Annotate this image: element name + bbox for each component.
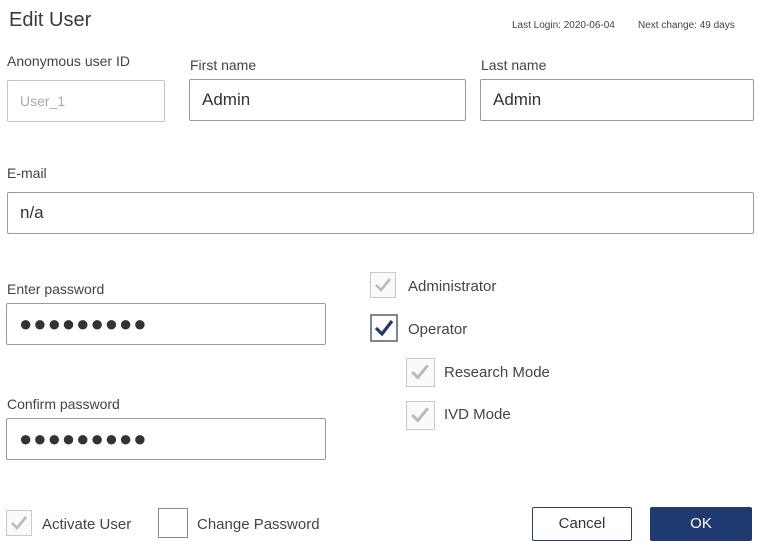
administrator-label: Administrator xyxy=(408,278,497,295)
email-label: E-mail xyxy=(7,165,47,181)
change-password-label: Change Password xyxy=(197,516,320,533)
enter-password-label: Enter password xyxy=(7,281,105,297)
anonymous-user-id-label: Anonymous user ID xyxy=(7,53,130,69)
confirm-password-label: Confirm password xyxy=(7,396,120,412)
enter-password-input[interactable]: ●●●●●●●●● xyxy=(6,303,326,345)
dialog-title: Edit User xyxy=(9,9,92,31)
first-name-label: First name xyxy=(190,57,257,73)
anonymous-user-id-input xyxy=(7,80,165,122)
email-input[interactable] xyxy=(7,192,754,234)
activate-user-checkbox xyxy=(6,510,32,536)
next-change-text: Next change: 49 days xyxy=(638,20,735,31)
last-name-input[interactable] xyxy=(480,79,754,121)
check-icon xyxy=(411,364,429,380)
activate-user-label: Activate User xyxy=(42,516,132,533)
last-name-label: Last name xyxy=(481,57,547,73)
research-mode-label: Research Mode xyxy=(444,364,550,381)
operator-checkbox[interactable] xyxy=(370,314,398,342)
check-icon xyxy=(11,516,28,530)
first-name-input[interactable] xyxy=(189,79,466,121)
ivd-mode-label: IVD Mode xyxy=(444,406,511,423)
check-icon xyxy=(375,278,392,292)
confirm-password-input[interactable]: ●●●●●●●●● xyxy=(6,418,326,460)
check-icon xyxy=(374,320,394,337)
change-password-checkbox[interactable] xyxy=(158,508,188,538)
operator-label: Operator xyxy=(408,321,468,338)
last-login-text: Last Login: 2020-06-04 xyxy=(512,20,615,31)
ivd-mode-checkbox xyxy=(406,401,435,430)
check-icon xyxy=(411,407,429,423)
administrator-checkbox xyxy=(370,272,396,298)
cancel-button[interactable]: Cancel xyxy=(532,507,632,541)
ok-button[interactable]: OK xyxy=(650,507,752,541)
research-mode-checkbox xyxy=(406,358,435,387)
